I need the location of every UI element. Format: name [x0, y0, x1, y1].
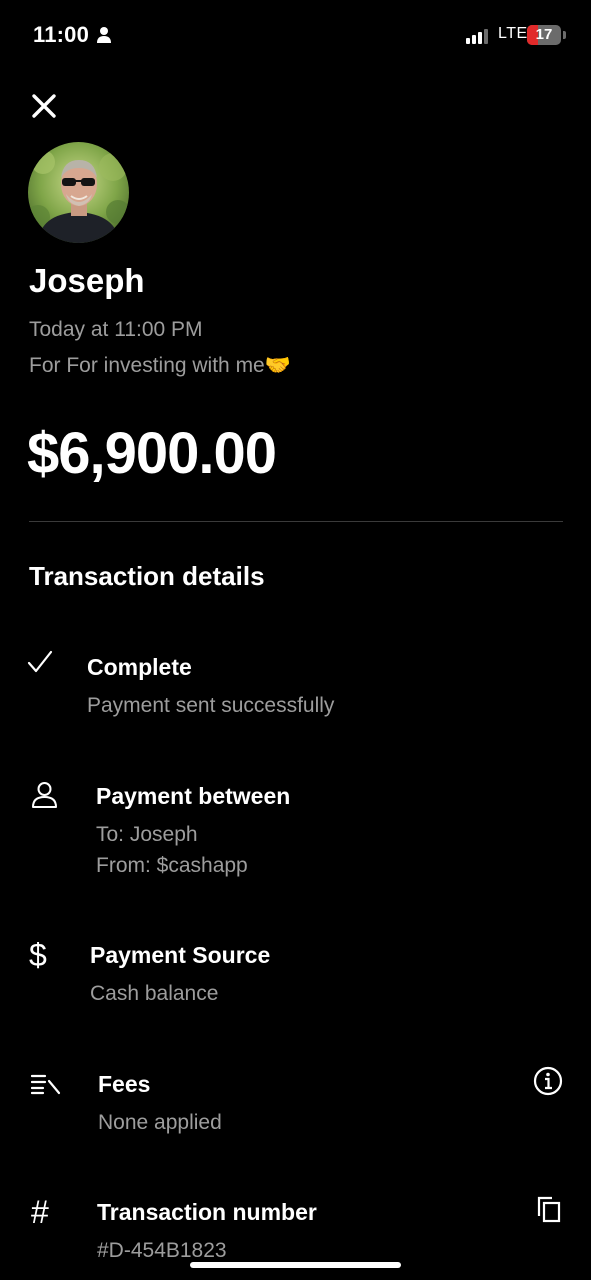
- payment-source-title: Payment Source: [90, 942, 271, 968]
- fees-value: None applied: [98, 1111, 222, 1134]
- avatar-photo: [28, 142, 129, 243]
- fees-icon: [31, 1074, 61, 1095]
- payment-timestamp: Today at 11:00 PM: [29, 318, 203, 341]
- payment-note: For For investing with me🤝: [29, 354, 291, 377]
- battery-icon: 17: [527, 25, 561, 45]
- payment-source-value: Cash balance: [90, 982, 219, 1005]
- status-time: 11:00: [33, 22, 90, 47]
- status-title: Complete: [87, 654, 192, 680]
- close-icon[interactable]: [30, 92, 58, 120]
- check-icon: [27, 650, 53, 673]
- payment-from: From: $cashapp: [96, 854, 248, 877]
- payment-to: To: Joseph: [96, 823, 198, 846]
- home-indicator[interactable]: [190, 1262, 401, 1268]
- status-subtitle: Payment sent successfully: [87, 694, 335, 717]
- person-status-icon: [97, 27, 111, 43]
- recipient-name: Joseph: [29, 262, 145, 299]
- battery-level: 17: [535, 26, 553, 43]
- person-icon: [32, 782, 57, 808]
- divider: [29, 521, 563, 522]
- battery-nub: [563, 31, 566, 39]
- copy-icon[interactable]: [537, 1196, 561, 1223]
- hash-icon: #: [31, 1194, 49, 1230]
- network-type: LTE: [498, 25, 528, 42]
- transaction-number-title: Transaction number: [97, 1199, 317, 1225]
- avatar: [28, 142, 129, 243]
- section-title: Transaction details: [29, 561, 265, 591]
- payment-amount: $6,900.00: [27, 421, 277, 486]
- dollar-icon: $: [29, 937, 47, 973]
- transaction-number-value: #D-454B1823: [97, 1239, 227, 1262]
- signal-icon: [466, 28, 490, 44]
- payment-between-title: Payment between: [96, 783, 291, 809]
- info-icon[interactable]: [533, 1066, 563, 1096]
- fees-title: Fees: [98, 1071, 151, 1097]
